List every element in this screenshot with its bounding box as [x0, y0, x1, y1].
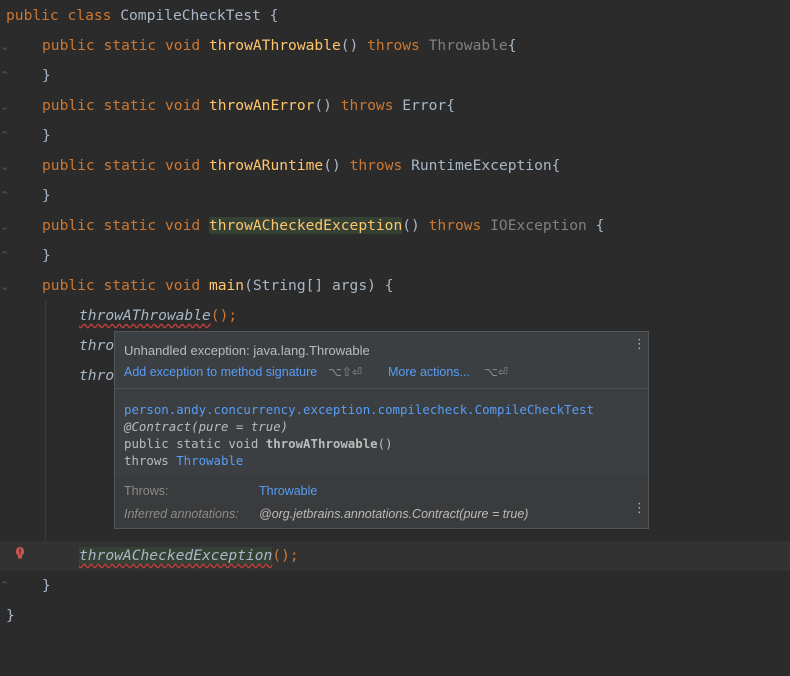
brace: {: [551, 157, 561, 174]
type-name: RuntimeException: [411, 157, 552, 174]
doc-throws: throws Throwable: [124, 453, 244, 468]
keyword: throws: [428, 217, 482, 234]
call-end: ();: [210, 307, 238, 324]
brace: }: [42, 127, 51, 144]
call-end: ();: [272, 547, 299, 564]
brace: {: [260, 7, 279, 24]
code-line[interactable]: public static void throwARuntime() throw…: [0, 151, 790, 181]
popup-title: Unhandled exception: java.lang.Throwable: [124, 343, 370, 358]
more-actions-link[interactable]: More actions...: [388, 365, 470, 379]
error-quick-doc-popup[interactable]: Unhandled exception: java.lang.Throwable…: [114, 331, 649, 529]
keyword: public class: [6, 7, 112, 24]
brace: {: [507, 37, 517, 54]
inferred-annotations-label: Inferred annotations:: [124, 507, 239, 521]
throws-label: Throws:: [124, 484, 169, 498]
doc-throws-link[interactable]: Throwable: [176, 453, 243, 468]
method-call: throwACheckedException: [79, 547, 273, 564]
code-line[interactable]: }: [0, 601, 790, 631]
code-line[interactable]: throwAThrowable();: [0, 301, 790, 331]
code-editor[interactable]: ⌄ ⌃ ⌄ ⌃ ⌄ ⌃ ⌄ ⌃ ⌄ ⌃ public class Compile…: [0, 0, 790, 676]
type-name: Throwable: [428, 37, 508, 54]
more-actions-shortcut: ⌥⏎: [484, 365, 508, 379]
doc-annotation: @Contract(pure = true): [124, 419, 289, 434]
code-line[interactable]: }: [0, 61, 790, 91]
code-line[interactable]: }: [0, 181, 790, 211]
code-line-current[interactable]: throwACheckedException();: [0, 541, 790, 571]
brace: {: [586, 217, 605, 234]
brace: }: [6, 607, 15, 624]
keyword: throws: [340, 97, 394, 114]
code-line[interactable]: }: [0, 121, 790, 151]
brace: }: [42, 577, 51, 594]
paren: (): [340, 37, 359, 54]
keyword: throws: [349, 157, 403, 174]
popup-footer: Throws: Throwable Inferred annotations: …: [115, 476, 648, 528]
params: (String[] args) {: [244, 277, 394, 294]
vertical-ellipsis-icon[interactable]: ⋮: [633, 502, 646, 515]
code-line[interactable]: public class CompileCheckTest {: [0, 1, 790, 31]
brace: {: [446, 97, 456, 114]
add-exception-action-link[interactable]: Add exception to method signature: [124, 365, 317, 379]
keyword: public static void: [42, 37, 201, 54]
type-name: Error: [402, 97, 447, 114]
doc-signature: public static void throwAThrowable(): [124, 436, 393, 451]
keyword: public static void: [42, 277, 201, 294]
code-line[interactable]: }: [0, 241, 790, 271]
popup-divider: [115, 388, 648, 389]
paren: (): [402, 217, 420, 234]
class-name: CompileCheckTest: [120, 7, 261, 24]
keyword: public static void: [42, 217, 201, 234]
method-call: throwAThrowable: [79, 307, 211, 324]
inferred-annotations-value: @org.jetbrains.annotations.Contract(pure…: [259, 507, 529, 521]
code-line[interactable]: public static void main(String[] args) {: [0, 271, 790, 301]
type-name: IOException: [490, 217, 587, 234]
add-exception-shortcut: ⌥⇧⏎: [328, 365, 362, 379]
paren: (): [314, 97, 332, 114]
error-bulb-icon[interactable]: [13, 546, 27, 560]
vertical-ellipsis-icon[interactable]: ⋮: [633, 338, 646, 351]
keyword: public static void: [42, 97, 201, 114]
method-name: throwARuntime: [208, 157, 324, 174]
method-name: throwAnError: [208, 97, 315, 114]
brace: }: [42, 247, 51, 264]
doc-class-link[interactable]: person.andy.concurrency.exception.compil…: [124, 402, 594, 417]
method-name: main: [208, 277, 245, 294]
code-line[interactable]: public static void throwAThrowable() thr…: [0, 31, 790, 61]
paren: (): [323, 157, 341, 174]
method-call-partial: thro: [79, 367, 115, 384]
method-name: throwAThrowable: [208, 37, 341, 54]
method-name: throwACheckedException: [208, 217, 403, 234]
code-line[interactable]: public static void throwAnError() throws…: [0, 91, 790, 121]
method-call-partial: thro: [79, 337, 115, 354]
brace: }: [42, 67, 51, 84]
keyword: public static void: [42, 157, 201, 174]
brace: }: [42, 187, 51, 204]
code-line[interactable]: public static void throwACheckedExceptio…: [0, 211, 790, 241]
throws-value-link[interactable]: Throwable: [259, 484, 317, 498]
keyword: throws: [367, 37, 420, 54]
code-line[interactable]: }: [0, 571, 790, 601]
